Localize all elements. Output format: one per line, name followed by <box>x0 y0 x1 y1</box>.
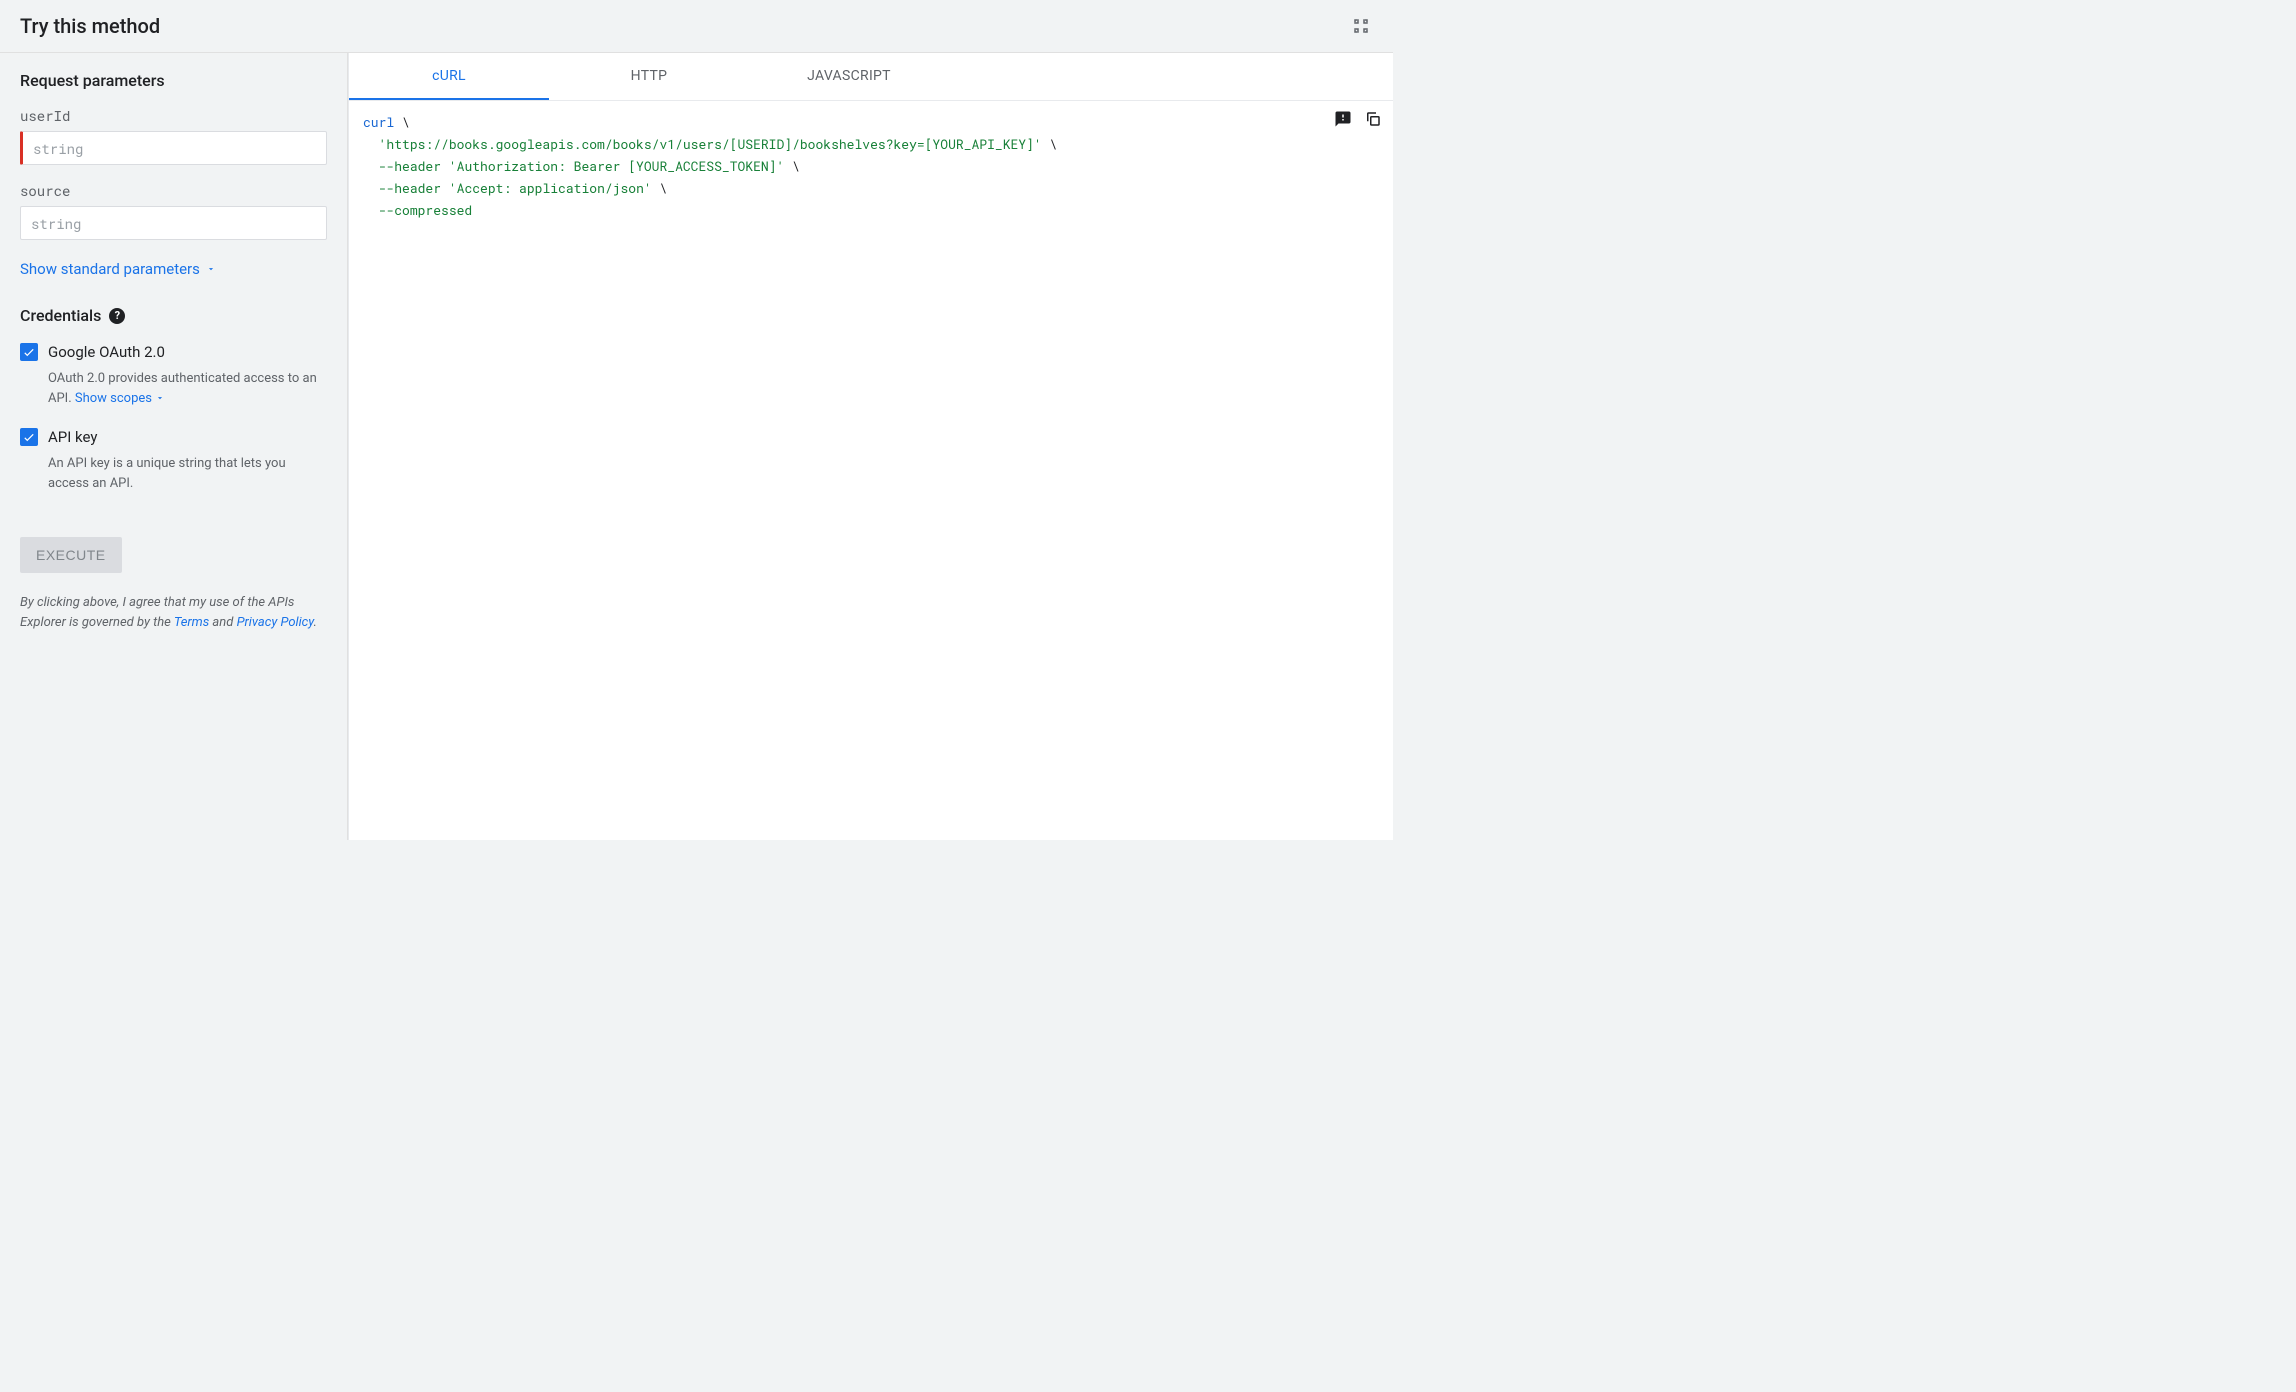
code-token: \ <box>784 157 800 175</box>
code-token: 'Accept: application/json' <box>449 179 652 197</box>
check-icon <box>22 430 36 444</box>
code-token: \ <box>1042 135 1058 153</box>
privacy-link[interactable]: Privacy Policy <box>237 615 314 630</box>
chevron-down-icon <box>155 393 165 403</box>
tab-curl[interactable]: cURL <box>349 53 549 100</box>
execute-button[interactable]: Execute <box>20 537 122 573</box>
code-panel: cURL HTTP JAVASCRIPT curl \ 'https://boo… <box>348 53 1393 840</box>
checkbox-apikey[interactable] <box>20 428 38 446</box>
credential-apikey: API key An API key is a unique string th… <box>20 428 327 493</box>
show-scopes-label: Show scopes <box>75 391 152 406</box>
chevron-down-icon <box>206 264 216 274</box>
code-token: --compressed <box>379 201 473 219</box>
show-scopes-link[interactable]: Show scopes <box>75 391 165 406</box>
code-area: curl \ 'https://books.googleapis.com/boo… <box>349 101 1393 231</box>
show-standard-params-label: Show standard parameters <box>20 260 200 278</box>
code-token: \ <box>394 113 410 131</box>
page-title: Try this method <box>20 14 160 38</box>
code-token: 'https://books.googleapis.com/books/v1/u… <box>379 135 1042 153</box>
param-input-source[interactable] <box>21 214 326 233</box>
code-token: \ <box>652 179 668 197</box>
checkbox-oauth[interactable] <box>20 343 38 361</box>
disclaimer-and: and <box>209 615 236 630</box>
feedback-icon[interactable] <box>1333 109 1353 129</box>
code-token: 'Authorization: Bearer [YOUR_ACCESS_TOKE… <box>449 157 784 175</box>
disclaimer-text: By clicking above, I agree that my use o… <box>20 593 327 632</box>
param-input-userid[interactable] <box>23 139 326 158</box>
show-standard-params-link[interactable]: Show standard parameters <box>20 260 327 278</box>
code-token: --header <box>379 179 441 197</box>
copy-icon[interactable] <box>1363 109 1383 129</box>
credential-oauth-label: Google OAuth 2.0 <box>48 343 165 361</box>
param-source: source <box>20 181 327 256</box>
collapse-button[interactable] <box>1349 14 1373 38</box>
code-tabs: cURL HTTP JAVASCRIPT <box>349 53 1393 101</box>
credentials-heading: Credentials <box>20 306 101 325</box>
minimize-icon <box>1352 17 1370 35</box>
credential-oauth: Google OAuth 2.0 OAuth 2.0 provides auth… <box>20 343 327 408</box>
terms-link[interactable]: Terms <box>174 615 209 630</box>
help-icon[interactable]: ? <box>109 308 125 324</box>
param-userid: userId <box>20 106 327 181</box>
request-params-heading: Request parameters <box>20 71 327 90</box>
tab-javascript[interactable]: JAVASCRIPT <box>749 53 949 100</box>
credential-apikey-desc: An API key is a unique string that lets … <box>20 454 327 493</box>
param-label-source: source <box>20 181 327 200</box>
tab-http[interactable]: HTTP <box>549 53 749 100</box>
param-input-source-wrapper <box>20 206 327 240</box>
request-panel: Request parameters userId source Show st… <box>0 53 348 840</box>
check-icon <box>22 345 36 359</box>
disclaimer-period: . <box>314 615 317 630</box>
credential-apikey-label: API key <box>48 428 97 446</box>
param-input-userid-wrapper <box>20 131 327 165</box>
credential-oauth-desc: OAuth 2.0 provides authenticated access … <box>20 369 327 408</box>
code-token: --header <box>379 157 441 175</box>
param-label-userid: userId <box>20 106 327 125</box>
code-token: curl <box>363 113 394 131</box>
